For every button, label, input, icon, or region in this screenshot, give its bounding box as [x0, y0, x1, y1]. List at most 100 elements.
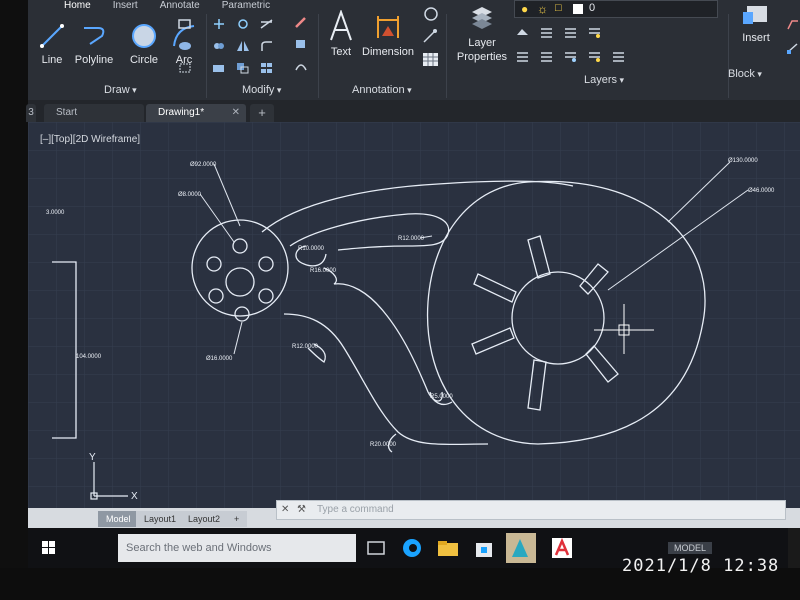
line-label: Line [41, 54, 63, 66]
dim-3: 3.0000 [46, 210, 65, 216]
tab-fragment[interactable]: 3 [26, 104, 36, 122]
layer-tool-icon[interactable] [588, 50, 602, 62]
current-layer-name: 0 [589, 2, 596, 14]
rectangle-icon[interactable] [178, 18, 192, 30]
ucs-y-label: Y [89, 452, 96, 463]
tab-layout1[interactable]: Layout1 [136, 511, 185, 527]
add-layout-button[interactable]: + [226, 511, 248, 527]
task-view-icon[interactable] [364, 536, 388, 560]
explode-icon[interactable] [294, 38, 308, 50]
hatch-icon[interactable] [178, 40, 192, 52]
edge-browser-icon[interactable] [400, 536, 424, 560]
drawing-canvas[interactable]: Ø92.0000 Ø8.0000 Ø130.0000 Ø46.0000 R10.… [28, 122, 800, 508]
viewport-controls[interactable]: [–][Top][2D Wireframe] [40, 134, 140, 145]
layer-properties-button[interactable]: Layer Properties [452, 4, 512, 64]
create-block-icon[interactable] [786, 18, 800, 30]
layer-properties-label-2: Properties [456, 51, 508, 63]
line-icon [40, 24, 64, 48]
layer-tool-icon[interactable] [540, 26, 554, 38]
move-icon[interactable] [212, 18, 226, 30]
start-button[interactable] [28, 528, 68, 568]
dim-d92: Ø92.0000 [190, 162, 217, 168]
ribbon: Home Insert Annotate Parametric Line Pol… [28, 0, 800, 100]
insert-button[interactable]: Insert [734, 2, 778, 44]
dim-d130: Ø130.0000 [728, 158, 758, 164]
layer-tool-icon[interactable] [516, 50, 530, 62]
trim-icon[interactable] [260, 18, 274, 30]
layer-tool-icon[interactable] [588, 26, 602, 38]
tab-annotate[interactable]: Annotate [160, 0, 200, 12]
rotate-icon[interactable] [236, 18, 250, 30]
modify-group-label[interactable]: Modify [242, 84, 281, 96]
stretch-icon[interactable] [212, 62, 226, 74]
dim-r10: R10.0000 [298, 246, 325, 252]
lock-icon: □ [555, 2, 562, 14]
separator [206, 14, 207, 98]
autocad-app-icon[interactable] [506, 533, 536, 563]
command-input[interactable]: Type a command [317, 504, 394, 515]
tab-home[interactable]: Home [64, 0, 91, 12]
mirror-icon[interactable] [236, 40, 250, 52]
separator [446, 14, 447, 98]
insert-label: Insert [742, 32, 770, 44]
photo-timestamp: 2021/1/8 12:38 [622, 556, 780, 576]
fillet-icon[interactable] [260, 40, 274, 52]
scale-icon[interactable] [236, 62, 250, 74]
close-icon[interactable]: ✕ [232, 104, 240, 122]
text-button[interactable]: Text [324, 10, 358, 58]
copy-icon[interactable] [212, 40, 226, 52]
ucs-x-label: X [131, 491, 138, 502]
annotation-group-label[interactable]: Annotation [352, 84, 412, 96]
file-explorer-icon[interactable] [436, 536, 460, 560]
plus-icon: + [234, 514, 240, 524]
wrench-icon[interactable]: ⚒ [297, 501, 306, 519]
tab-insert[interactable]: Insert [113, 0, 138, 12]
edit-block-icon[interactable] [786, 42, 800, 54]
dimension-button[interactable]: Dimension [360, 10, 416, 58]
leader-icon[interactable] [422, 6, 440, 22]
region-icon[interactable] [178, 62, 192, 74]
tab-layout2[interactable]: Layout2 [180, 511, 229, 527]
dimension-icon [377, 16, 399, 38]
layer-properties-label-1: Layer [468, 37, 496, 49]
plus-icon: + [258, 105, 266, 120]
array-icon[interactable] [260, 62, 274, 74]
tab-drawing1[interactable]: Drawing1* ✕ [146, 104, 246, 122]
text-a-icon [330, 10, 352, 41]
layer-tool-icon[interactable] [564, 26, 578, 38]
text-label: Text [330, 46, 352, 58]
store-icon[interactable] [472, 536, 496, 560]
tab-start[interactable]: Start [44, 104, 144, 122]
drawing-grid [28, 122, 800, 508]
layer-tool-icon[interactable] [564, 50, 578, 62]
draw-group-label[interactable]: Draw [104, 84, 137, 96]
layer-tool-icon[interactable] [612, 50, 626, 62]
autocad-a-icon[interactable] [550, 536, 574, 560]
separator [318, 14, 319, 98]
circle-button[interactable]: Circle [124, 22, 164, 66]
photo-of-monitor: Home Insert Annotate Parametric Line Pol… [0, 0, 800, 600]
polyline-button[interactable]: Polyline [66, 22, 122, 66]
tab-drawing1-label: Drawing1* [158, 107, 205, 118]
dim-r20: R20.0000 [370, 442, 397, 448]
layer-dropdown[interactable]: ● ☼ □ 0 [514, 0, 718, 18]
close-icon[interactable]: ✕ [281, 501, 289, 519]
table-icon[interactable] [422, 52, 440, 68]
line-button[interactable]: Line [34, 22, 70, 66]
layer-tool-icon[interactable] [516, 26, 530, 38]
layer-tool-icon[interactable] [540, 50, 554, 62]
multileader-icon[interactable] [422, 28, 440, 44]
layer-stack-icon [472, 7, 492, 29]
offset-icon[interactable] [294, 60, 308, 72]
taskbar-search[interactable]: Search the web and Windows [118, 534, 356, 562]
polyline-icon [84, 27, 105, 45]
tab-model[interactable]: Model [98, 511, 139, 527]
erase-icon[interactable] [294, 16, 308, 28]
layers-group-label[interactable]: Layers [584, 74, 624, 86]
tab-parametric[interactable]: Parametric [222, 0, 270, 12]
new-tab-button[interactable]: + [250, 104, 274, 122]
dim-r16: R16.0000 [310, 268, 337, 274]
model-space-indicator[interactable]: MODEL [668, 542, 713, 554]
block-group-label[interactable]: Block [728, 68, 762, 80]
command-line[interactable]: ✕ ⚒ Type a command [276, 500, 786, 520]
